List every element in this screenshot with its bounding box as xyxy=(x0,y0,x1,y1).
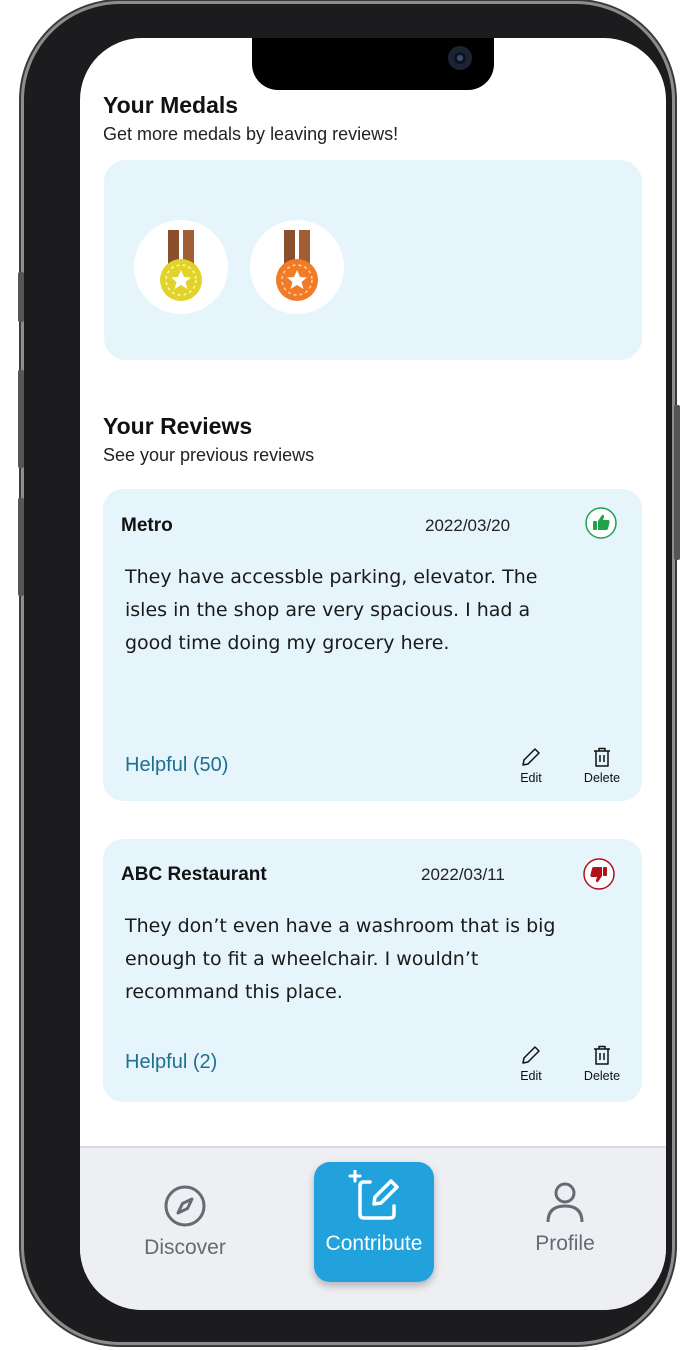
reviews-subtitle: See your previous reviews xyxy=(103,445,315,465)
edit-label: Edit xyxy=(520,1069,542,1083)
nav-discover[interactable]: Discover xyxy=(130,1184,240,1260)
review-date: 2022/03/11 xyxy=(421,865,505,884)
bronze-medal-icon[interactable] xyxy=(250,220,344,314)
volume-up-button xyxy=(18,370,24,468)
volume-down-button xyxy=(18,498,24,596)
review-card: Metro 2022/03/20 They have accessble par… xyxy=(103,489,642,801)
add-review-icon xyxy=(348,1170,399,1220)
edit-label: Edit xyxy=(520,771,542,785)
delete-button[interactable]: Delete xyxy=(577,1043,627,1083)
nav-contribute[interactable]: Contribute xyxy=(314,1162,434,1282)
review-text: They don’t even have a washroom that is … xyxy=(125,915,556,1003)
nav-profile-label: Profile xyxy=(535,1232,595,1255)
review-card: ABC Restaurant 2022/03/11 They don’t eve… xyxy=(103,839,642,1102)
delete-button[interactable]: Delete xyxy=(577,745,627,785)
delete-label: Delete xyxy=(583,1069,621,1083)
trash-icon xyxy=(594,747,610,767)
review-place: ABC Restaurant xyxy=(121,864,267,885)
thumbs-up-icon xyxy=(585,507,617,539)
thumbs-down-icon xyxy=(583,858,615,890)
edit-button[interactable]: Edit xyxy=(506,1043,556,1083)
nav-contribute-label: Contribute xyxy=(325,1232,423,1255)
medals-title: Your Medals xyxy=(103,92,239,118)
person-icon xyxy=(546,1182,584,1223)
edit-button[interactable]: Edit xyxy=(506,745,556,785)
review-place: Metro xyxy=(121,515,173,536)
pencil-icon xyxy=(522,1046,540,1064)
notch xyxy=(252,38,494,90)
helpful-button[interactable]: Helpful (50) xyxy=(125,754,228,777)
pencil-icon xyxy=(522,748,540,766)
mute-switch xyxy=(18,272,24,322)
medals-subtitle: Get more medals by leaving reviews! xyxy=(103,124,399,144)
gold-medal-icon[interactable] xyxy=(134,220,228,314)
power-button xyxy=(674,405,680,560)
trash-icon xyxy=(594,1045,610,1065)
helpful-button[interactable]: Helpful (2) xyxy=(125,1051,217,1074)
nav-discover-label: Discover xyxy=(144,1236,226,1259)
compass-icon xyxy=(164,1185,206,1227)
phone-frame: Your Medals Get more medals by leaving r… xyxy=(24,4,672,1342)
medals-panel xyxy=(104,160,642,360)
delete-label: Delete xyxy=(583,771,621,785)
nav-profile[interactable]: Profile xyxy=(510,1180,620,1256)
app-screen: Your Medals Get more medals by leaving r… xyxy=(80,38,666,1310)
bottom-nav: Discover Contribute Profile xyxy=(80,1146,666,1310)
review-text: They have accessble parking, elevator. T… xyxy=(125,566,538,654)
camera-icon xyxy=(448,46,472,70)
reviews-title: Your Reviews xyxy=(103,413,253,439)
review-date: 2022/03/20 xyxy=(425,516,511,535)
